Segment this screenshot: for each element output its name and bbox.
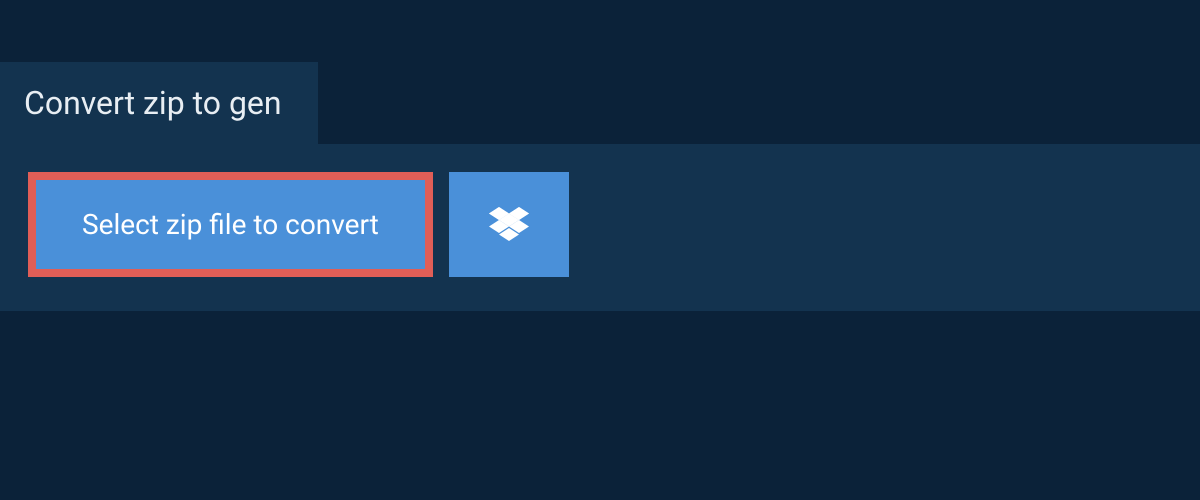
dropbox-button[interactable]	[449, 172, 569, 277]
page-title: Convert zip to gen	[24, 84, 282, 122]
button-row: Select zip file to convert	[28, 172, 1172, 277]
upload-panel: Select zip file to convert	[0, 144, 1200, 311]
tab-header: Convert zip to gen	[0, 62, 318, 144]
select-file-label: Select zip file to convert	[82, 208, 379, 241]
select-file-button[interactable]: Select zip file to convert	[28, 172, 433, 277]
dropbox-icon	[489, 207, 529, 243]
